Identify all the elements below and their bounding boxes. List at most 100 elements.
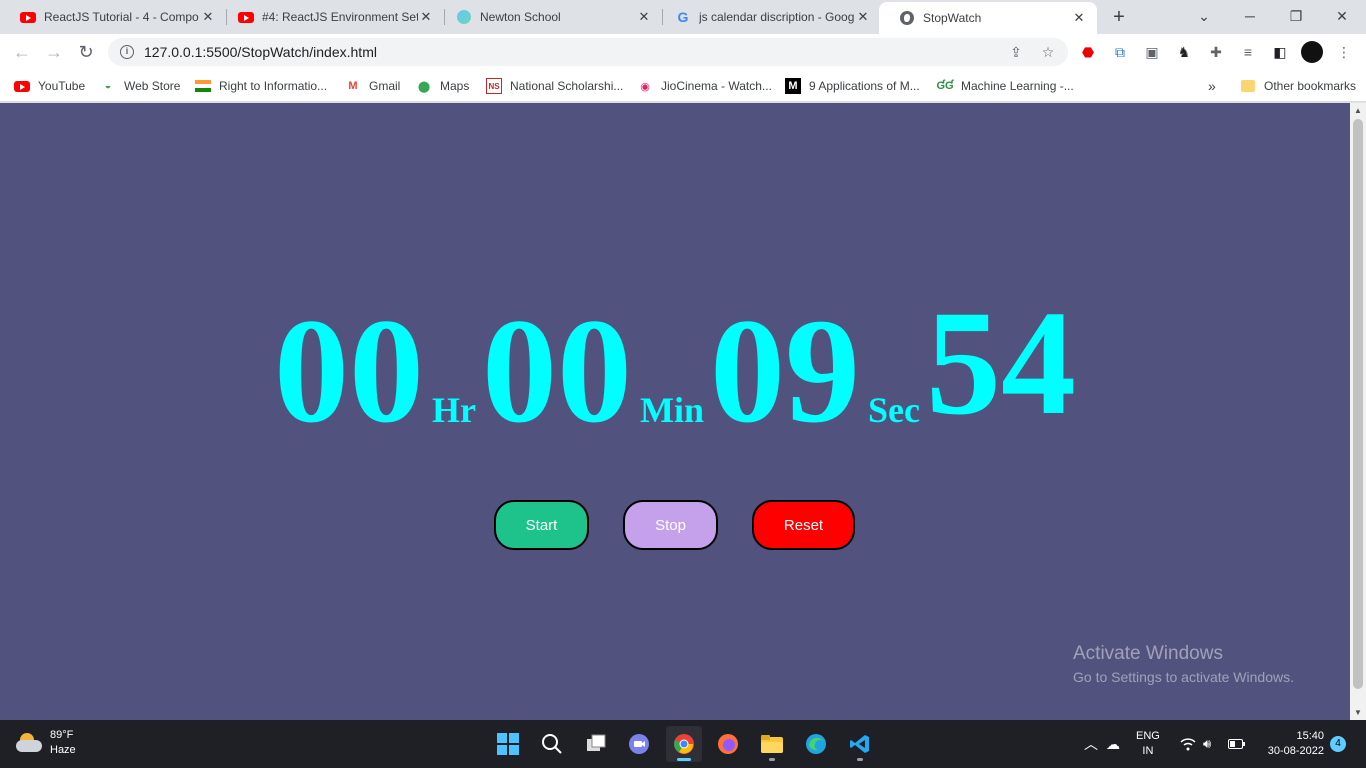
bookmark-label: Gmail <box>369 79 401 93</box>
profile-avatar[interactable] <box>1301 41 1323 63</box>
stop-button[interactable]: Stop <box>623 500 718 550</box>
page-scrollbar[interactable]: ▲ ▼ <box>1350 103 1366 720</box>
tab-reactjs-tutorial[interactable]: ReactJS Tutorial - 4 - Compo ✕ <box>0 0 226 34</box>
forward-button[interactable]: → <box>40 38 68 66</box>
bookmark-youtube[interactable]: YouTube <box>14 76 85 96</box>
bookmark-label: YouTube <box>38 79 86 93</box>
hours-unit: Hr <box>432 390 476 430</box>
share-icon[interactable]: ⇪ <box>1008 44 1024 60</box>
tab-title: ReactJS Tutorial - 4 - Compo <box>44 10 199 24</box>
side-panel-icon[interactable]: ◧ <box>1271 43 1289 61</box>
bookmark-label: JioCinema - Watch... <box>661 79 772 93</box>
scroll-up-arrow-icon[interactable]: ▲ <box>1354 106 1362 115</box>
bookmarks-overflow-button[interactable]: » <box>1208 76 1216 96</box>
search-button[interactable] <box>534 726 570 762</box>
tab-title: StopWatch <box>923 11 982 25</box>
active-indicator <box>677 758 691 761</box>
bookmark-national-scholarship[interactable]: NS National Scholarshi... <box>486 76 623 96</box>
task-view-button[interactable] <box>578 726 614 762</box>
seconds-unit: Sec <box>868 390 920 430</box>
close-window-button[interactable]: ✕ <box>1319 0 1365 32</box>
back-button[interactable]: ← <box>8 38 36 66</box>
other-bookmarks-folder[interactable]: Other bookmarks <box>1240 76 1356 96</box>
menu-dots-icon[interactable]: ⋮ <box>1335 43 1353 61</box>
tab-reactjs-environment[interactable]: #4: ReactJS Environment Setu ✕ <box>218 0 444 34</box>
translate-extension-icon[interactable]: ⧉ <box>1111 43 1129 61</box>
bookmark-maps[interactable]: ⬤ Maps <box>416 76 470 96</box>
open-indicator <box>769 758 775 761</box>
bookmark-medium[interactable]: M 9 Applications of M... <box>785 76 920 96</box>
address-bar[interactable]: i 127.0.0.1:5500/StopWatch/index.html ⇪ … <box>108 38 1068 66</box>
task-view-icon <box>587 734 606 751</box>
weather-widget[interactable]: 89°F Haze <box>16 728 76 758</box>
taskbar-vscode[interactable] <box>842 726 878 762</box>
screenshot-extension-icon[interactable]: ▣ <box>1143 43 1161 61</box>
reset-button[interactable]: Reset <box>752 500 855 550</box>
bookmark-gmail[interactable]: M Gmail <box>345 76 400 96</box>
minutes-unit: Min <box>639 390 704 430</box>
close-tab-icon[interactable]: ✕ <box>636 9 652 25</box>
bookmark-star-icon[interactable]: ☆ <box>1040 44 1056 60</box>
teams-chat-button[interactable] <box>621 726 657 762</box>
youtube-icon <box>14 78 30 94</box>
bookmark-label: 9 Applications of M... <box>809 79 920 93</box>
region-code: IN <box>1142 745 1154 757</box>
taskbar-edge[interactable] <box>798 726 834 762</box>
bookmark-jiocinema[interactable]: ◉ JioCinema - Watch... <box>637 76 772 96</box>
reload-button[interactable]: ↻ <box>72 38 100 66</box>
wifi-icon[interactable] <box>1180 720 1196 768</box>
seconds-value: 09 <box>710 288 860 454</box>
spy-extension-icon[interactable]: ♞ <box>1175 43 1193 61</box>
scroll-down-arrow-icon[interactable]: ▼ <box>1354 708 1362 717</box>
weather-condition: Haze <box>50 744 76 756</box>
taskbar-firefox[interactable] <box>710 726 746 762</box>
site-info-icon[interactable]: i <box>120 45 134 59</box>
close-tab-icon[interactable]: ✕ <box>855 9 871 25</box>
new-tab-button[interactable]: + <box>1107 5 1131 29</box>
bookmark-label: Maps <box>440 79 470 93</box>
weather-temperature: 89°F <box>50 729 74 741</box>
start-button[interactable]: Start <box>494 500 589 550</box>
extensions-puzzle-icon[interactable]: ✚ <box>1207 43 1225 61</box>
jiocinema-icon: ◉ <box>640 80 650 93</box>
tab-newton-school[interactable]: Newton School ✕ <box>436 0 662 34</box>
taskbar-file-explorer[interactable] <box>754 726 790 762</box>
bookmark-label: Other bookmarks <box>1264 79 1357 93</box>
onedrive-cloud-icon[interactable]: ☁ <box>1106 720 1120 768</box>
chrome-icon <box>674 734 694 754</box>
address-url: 127.0.0.1:5500/StopWatch/index.html <box>144 44 377 60</box>
language-code: ENG <box>1136 730 1160 742</box>
language-indicator[interactable]: ENG IN <box>1136 720 1160 768</box>
bookmarks-bar: YouTube ◒ Web Store Right to Informatio.… <box>0 70 1366 102</box>
close-tab-icon[interactable]: ✕ <box>200 9 216 25</box>
scrollbar-thumb[interactable] <box>1353 119 1363 689</box>
battery-icon[interactable] <box>1228 720 1246 768</box>
minimize-button[interactable]: ─ <box>1227 0 1273 32</box>
edge-icon <box>806 734 826 754</box>
close-tab-icon[interactable]: ✕ <box>418 9 434 25</box>
tab-title: js calendar discription - Goog <box>699 10 855 24</box>
restore-button[interactable]: ❐ <box>1273 0 1319 32</box>
clock-time: 15:40 <box>1296 730 1324 742</box>
start-menu-button[interactable] <box>490 726 526 762</box>
stopwatch-page: 00 Hr 00 Min 09 Sec 54 Start Stop Reset … <box>0 103 1350 720</box>
bookmark-machine-learning[interactable]: ƓƓ Machine Learning -... <box>936 76 1073 96</box>
bookmark-rti[interactable]: Right to Informatio... <box>195 76 327 96</box>
notification-badge[interactable]: 4 <box>1330 736 1346 752</box>
chat-icon <box>629 734 649 754</box>
clock-date[interactable]: 15:40 30-08-2022 <box>1260 720 1324 768</box>
minutes-value: 00 <box>481 288 632 454</box>
bookmark-web-store[interactable]: ◒ Web Store <box>100 76 181 96</box>
hours-value: 00 <box>274 288 424 454</box>
tab-search-icon[interactable]: ⌄ <box>1181 0 1227 32</box>
close-tab-icon[interactable]: ✕ <box>1071 10 1087 26</box>
newton-school-icon <box>456 9 472 25</box>
tab-js-calendar[interactable]: G js calendar discription - Goog ✕ <box>655 0 881 34</box>
tab-stopwatch[interactable]: StopWatch ✕ <box>879 2 1097 34</box>
adblock-extension-icon[interactable]: ⬣ <box>1079 43 1097 61</box>
tab-strip: ReactJS Tutorial - 4 - Compo ✕ #4: React… <box>0 0 1366 34</box>
reading-list-icon[interactable]: ≡ <box>1239 43 1257 61</box>
taskbar-chrome[interactable] <box>666 726 702 762</box>
volume-icon[interactable]: 🔊︎ <box>1203 720 1211 768</box>
show-hidden-icons-button[interactable]: ︿ <box>1084 720 1098 768</box>
